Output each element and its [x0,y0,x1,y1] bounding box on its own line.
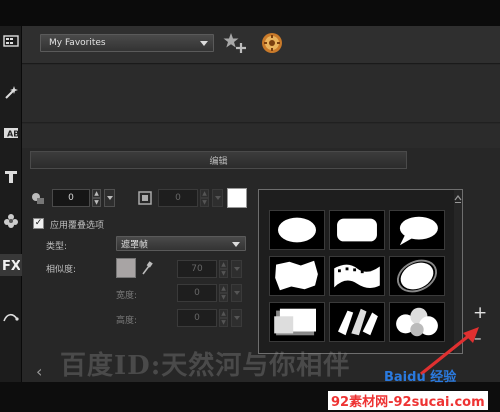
mask-frame-speech-bubble[interactable] [389,210,445,250]
title-icon[interactable] [0,166,22,188]
site-watermark: 92素材网-92sucai.com [328,391,488,410]
mask-frame-splash[interactable] [389,256,445,296]
instant-project-icon[interactable] [0,82,22,104]
add-mask-button[interactable]: + [473,303,487,323]
favorites-row: My Favorites [22,26,500,64]
gear-circle-icon[interactable] [260,30,284,56]
width-input[interactable]: 0 [177,284,217,302]
eyedropper-icon[interactable] [140,260,154,276]
border-style-dropdown[interactable] [104,189,115,207]
svg-text:AB: AB [7,130,19,139]
border-icon [31,191,45,205]
transition-icon[interactable]: AB [0,122,22,144]
option-band-2 [22,124,500,148]
border-width-input[interactable]: 0 [52,189,90,207]
option-band-1 [22,65,500,123]
apply-overlay-checkbox[interactable]: ✓ [33,218,44,229]
path-icon[interactable] [0,306,22,328]
similarity-input[interactable]: 70 [177,260,217,278]
favorites-dropdown[interactable]: My Favorites [40,34,214,52]
mask-frame-brush-rect[interactable] [269,302,325,342]
left-toolbar: AB FX [0,26,22,382]
height-label: 高度: [116,316,138,326]
mask-frame-torn-paper[interactable] [269,256,325,296]
width-spinner[interactable]: ▲ ▼ [219,284,228,302]
type-dropdown[interactable]: 遮罩帧 [116,236,246,251]
edit-label: 编辑 [209,156,228,167]
svg-text:FX: FX [2,259,20,272]
similarity-dropdown[interactable] [231,260,242,278]
shadow-spinner[interactable]: ▲ ▼ [200,189,209,207]
type-dropdown-value: 遮罩帧 [121,240,149,250]
mask-frame-film-strip[interactable] [329,256,385,296]
border-color-swatch[interactable] [227,188,247,208]
similarity-label: 相似度: [46,265,77,275]
height-dropdown[interactable] [231,309,242,327]
width-label: 宽度: [116,291,138,301]
favorites-dropdown-value: My Favorites [49,38,106,48]
shadow-style-dropdown[interactable] [212,189,223,207]
height-spinner[interactable]: ▲ ▼ [219,309,228,327]
shadow-icon [138,191,152,205]
mask-frame-rounded-rect[interactable] [329,210,385,250]
options-panel: My Favorites 编辑 0 ▲ ▼ 0 ▲ ▼ ✓ 应用覆叠选项 类型: 遮… [22,26,500,382]
width-dropdown[interactable] [231,284,242,302]
chevron-down-icon [200,41,208,46]
similarity-color-swatch[interactable] [116,258,136,278]
mask-frame-ellipse[interactable] [269,210,325,250]
similarity-spinner[interactable]: ▲ ▼ [219,260,228,278]
title-bar [0,0,500,26]
shadow-input[interactable]: 0 [158,189,198,207]
mask-frame-broken-shards[interactable] [329,302,385,342]
height-input[interactable]: 0 [177,309,217,327]
chevron-down-icon [232,241,240,247]
baidu-logo: Baidu 经验 [384,370,457,385]
edit-button[interactable]: 编辑 [30,151,407,169]
graphic-icon[interactable] [0,210,22,232]
border-width-spinner[interactable]: ▲ ▼ [92,189,101,207]
media-icon[interactable] [0,30,22,52]
type-label: 类型: [46,242,68,252]
filter-icon[interactable]: FX [0,254,22,276]
apply-overlay-label: 应用覆叠选项 [50,221,105,231]
back-button[interactable]: ‹ [36,362,42,381]
watermark-text: 百度ID:天然河与你相伴 [60,351,351,381]
star-plus-icon[interactable] [222,30,248,56]
